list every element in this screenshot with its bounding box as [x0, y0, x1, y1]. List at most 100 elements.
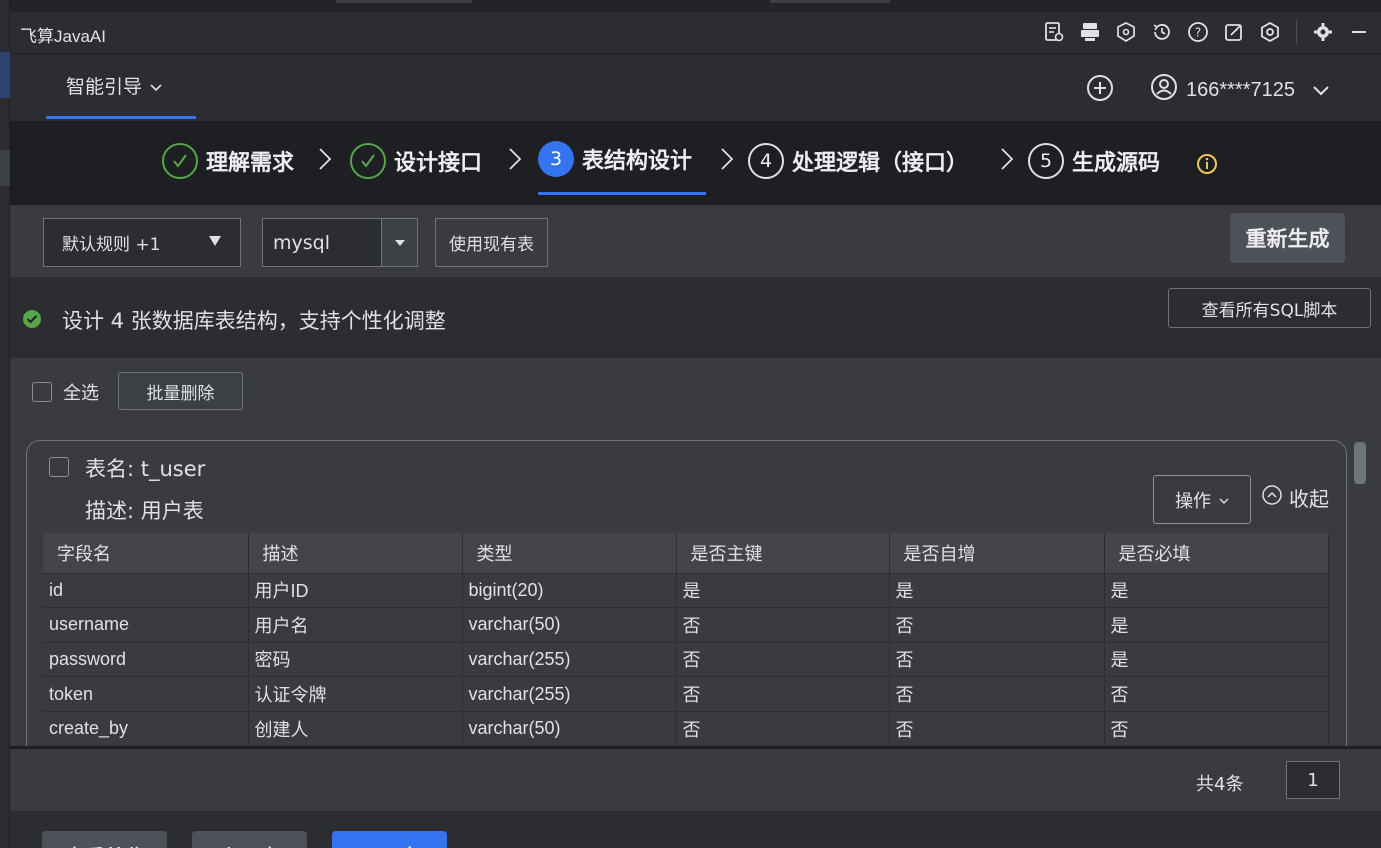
table-cell: 用户ID	[248, 572, 463, 608]
guide-dropdown[interactable]: 智能引导	[46, 55, 196, 119]
select-all-checkbox[interactable]: 全选	[32, 379, 99, 405]
batch-delete-button[interactable]: 批量删除	[118, 372, 243, 410]
titlebar-icons: ?	[1040, 18, 1373, 46]
top-strip-tab	[336, 0, 472, 3]
ai-brain-icon[interactable]	[1112, 18, 1140, 46]
user-name: 166****7125	[1186, 78, 1295, 101]
rule-select-value: 默认规则 +1	[62, 235, 161, 255]
step-5[interactable]: 5 生成源码	[1028, 141, 1160, 181]
next-step-button[interactable]: 下一步	[332, 831, 447, 848]
table-row[interactable]: password 密码 varchar(255) 否 否 是	[43, 641, 1329, 677]
chevron-right-icon	[720, 147, 734, 177]
help-icon[interactable]: ?	[1184, 18, 1212, 46]
table-cell: 是	[1104, 607, 1329, 643]
table-cell: bigint(20)	[462, 572, 677, 608]
table-cell: 是	[676, 572, 890, 608]
table-card-checkbox[interactable]	[49, 457, 69, 477]
check-icon	[162, 143, 198, 179]
step-1[interactable]: 理解需求	[162, 141, 294, 181]
status-message: 设计 4 张数据库表结构，支持个性化调整	[62, 309, 446, 333]
table-header-row: 字段名 描述 类型 是否主键 是否自增 是否必填	[43, 533, 1329, 573]
collapse-icon	[1261, 484, 1283, 511]
step-3[interactable]: 3 表结构设计	[538, 139, 692, 179]
status-banner: 设计 4 张数据库表结构，支持个性化调整 查看所有SQL脚本	[10, 277, 1381, 358]
chevron-down-icon	[1313, 79, 1329, 102]
table-cell: 否	[676, 641, 890, 677]
chevron-right-icon	[1000, 147, 1014, 177]
triangle-down-icon	[381, 219, 417, 266]
table-row[interactable]: token 认证令牌 varchar(255) 否 否 否	[43, 676, 1329, 712]
table-cell: 否	[889, 710, 1105, 746]
table-cell: varchar(255)	[462, 641, 677, 677]
view-overview-button[interactable]: 查看总览	[42, 831, 167, 848]
report-icon[interactable]	[1040, 18, 1068, 46]
column-header: 是否必填	[1104, 533, 1329, 573]
step-navigation: 理解需求 设计接口 3 表结构设计 4 处理逻辑（接口） 5 生成源码	[10, 121, 1381, 205]
operations-dropdown[interactable]: 操作	[1153, 475, 1251, 524]
titlebar-separator	[1296, 21, 1297, 43]
table-name: 表名: t_user	[85, 457, 206, 481]
table-cell: 认证令牌	[248, 676, 463, 712]
operations-label: 操作	[1175, 490, 1211, 512]
minimize-icon[interactable]	[1345, 18, 1373, 46]
table-cell: 创建人	[248, 710, 463, 746]
step-number: 3	[538, 141, 574, 177]
svg-text:?: ?	[1195, 26, 1201, 40]
table-list-area: 全选 批量删除 表名: t_user 描述: 用户表 操作 收起 字段名 描述 …	[10, 358, 1381, 746]
avatar-icon	[1150, 73, 1178, 107]
table-cell: 是	[1104, 572, 1329, 608]
add-icon[interactable]	[1085, 73, 1115, 103]
vertical-scrollbar[interactable]	[1354, 442, 1366, 484]
triangle-down-icon	[208, 232, 222, 251]
success-icon	[22, 309, 42, 329]
gear-icon[interactable]	[1309, 18, 1337, 46]
step-2[interactable]: 设计接口	[350, 141, 482, 181]
database-select[interactable]: mysql	[262, 218, 418, 267]
step-label: 处理逻辑（接口）	[792, 151, 969, 176]
use-existing-table-button[interactable]: 使用现有表	[435, 218, 548, 267]
left-strip-marker	[0, 150, 10, 186]
collapse-button[interactable]: 收起	[1261, 483, 1329, 512]
column-header: 是否主键	[676, 533, 890, 573]
rule-select[interactable]: 默认规则 +1	[43, 218, 241, 267]
user-menu[interactable]: 166****7125	[1150, 73, 1329, 107]
view-all-sql-button[interactable]: 查看所有SQL脚本	[1168, 288, 1371, 328]
chevron-down-icon	[150, 75, 162, 97]
history-icon[interactable]	[1148, 18, 1176, 46]
info-warning-icon[interactable]	[1196, 153, 1218, 175]
step-number: 4	[748, 143, 784, 179]
table-cell: 否	[889, 676, 1105, 712]
settings-hex-icon[interactable]	[1256, 18, 1284, 46]
table-cell: 否	[1104, 676, 1329, 712]
page-number-input[interactable]: 1	[1286, 761, 1340, 799]
edit-icon[interactable]	[1220, 18, 1248, 46]
mcp-icon[interactable]	[1076, 18, 1104, 46]
regenerate-button[interactable]: 重新生成	[1230, 213, 1345, 263]
table-row[interactable]: username 用户名 varchar(50) 否 否 是	[43, 607, 1329, 643]
pagination: 共4条 1	[10, 749, 1381, 811]
collapse-label: 收起	[1289, 487, 1329, 511]
total-count: 共4条	[1196, 774, 1244, 795]
top-strip-tab	[770, 0, 890, 3]
table-cell: create_by	[43, 710, 249, 746]
design-toolbar: 默认规则 +1 mysql 使用现有表 重新生成	[10, 205, 1381, 277]
active-step-indicator	[538, 192, 706, 195]
database-select-value: mysql	[273, 231, 330, 254]
table-row[interactable]: id 用户ID bigint(20) 是 是 是	[43, 572, 1329, 608]
checkbox[interactable]	[32, 382, 52, 402]
step-4[interactable]: 4 处理逻辑（接口）	[748, 141, 968, 181]
table-cell: password	[43, 641, 249, 677]
chevron-right-icon	[318, 147, 332, 177]
chevron-down-icon	[1219, 489, 1229, 510]
table-cell: token	[43, 676, 249, 712]
app-title: 飞算JavaAI	[20, 27, 106, 46]
table-cell: 是	[1104, 641, 1329, 677]
step-label: 表结构设计	[582, 149, 693, 174]
table-cell: 否	[889, 607, 1105, 643]
table-cell: 否	[676, 710, 890, 746]
table-row[interactable]: create_by 创建人 varchar(50) 否 否 否	[43, 710, 1329, 746]
left-strip-active-marker	[0, 52, 10, 98]
step-label: 设计接口	[394, 151, 483, 176]
table-cell: 否	[676, 676, 890, 712]
previous-step-button[interactable]: 上一步	[192, 831, 307, 848]
